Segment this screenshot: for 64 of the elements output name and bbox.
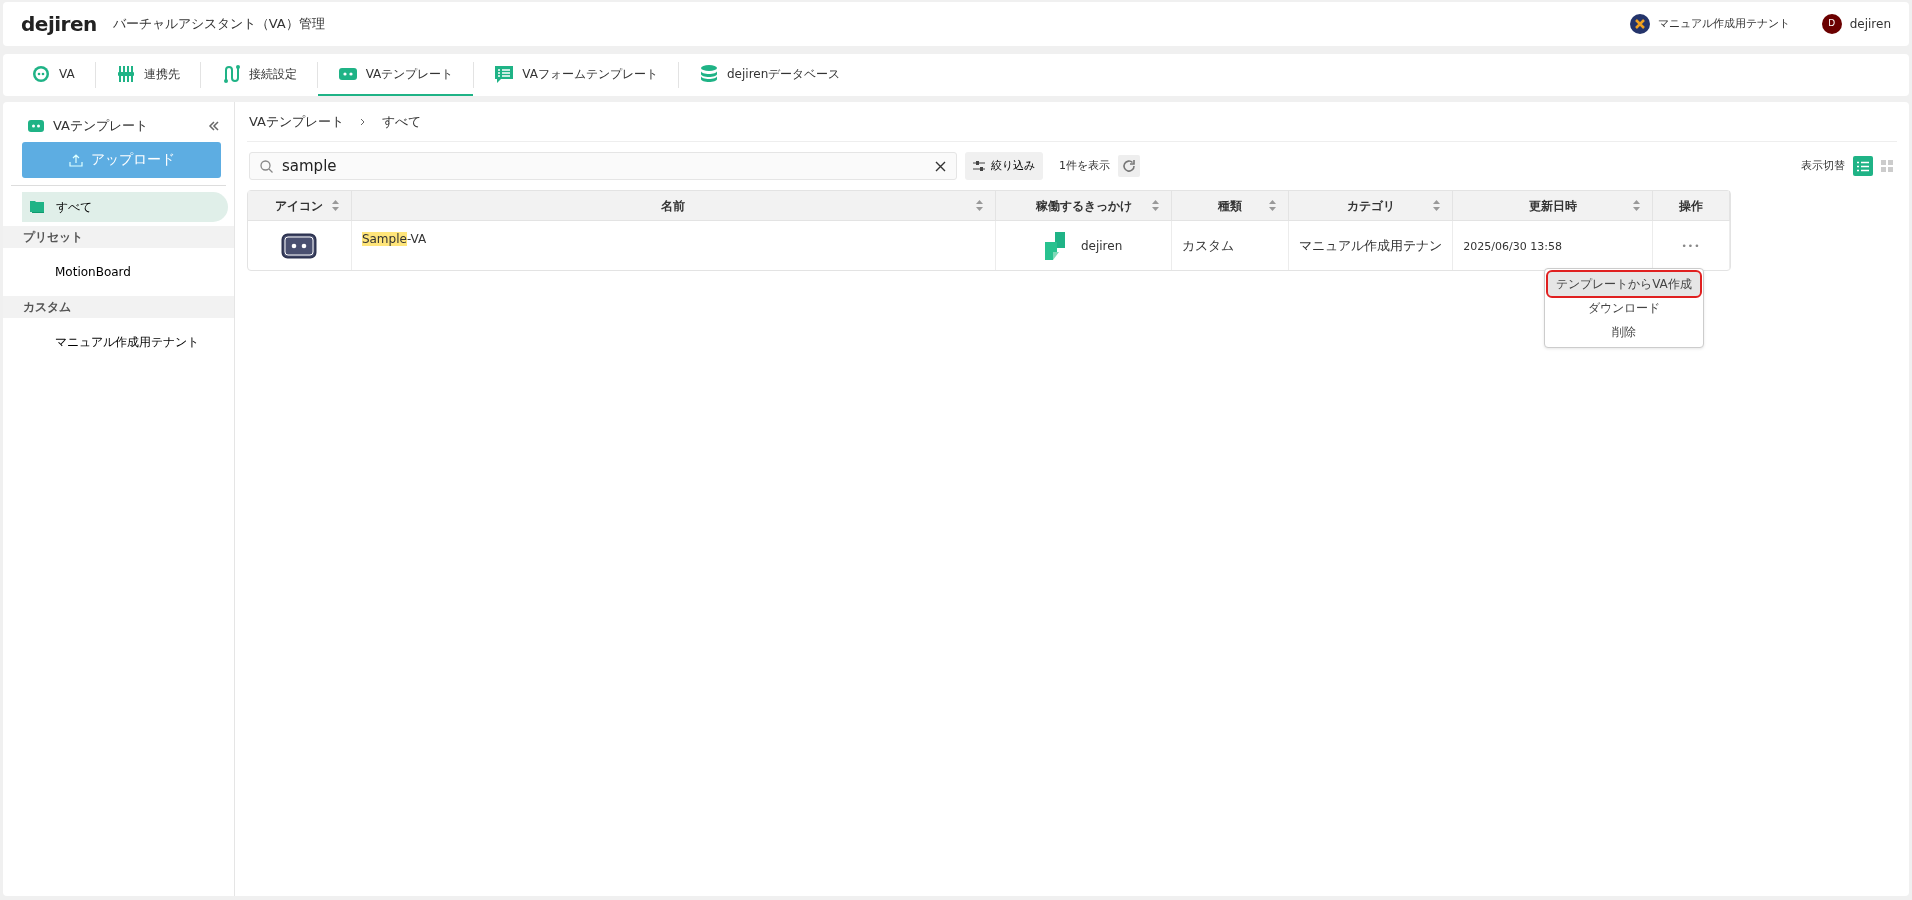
- chat-list-icon: [494, 64, 515, 84]
- robot-icon: [31, 64, 51, 84]
- column-header[interactable]: 種類: [1172, 191, 1290, 221]
- nav-tab[interactable]: VAフォームテンプレート: [474, 54, 678, 96]
- breadcrumb-current: すべて: [381, 112, 421, 131]
- column-header[interactable]: 更新日時: [1453, 191, 1654, 221]
- sort-icon[interactable]: [1433, 200, 1441, 211]
- tenant-name[interactable]: マニュアル作成用テナント: [1657, 15, 1790, 33]
- table-cell: 2025/06/30 13:58: [1463, 239, 1562, 253]
- nav-tab[interactable]: 連携先: [95, 54, 200, 96]
- sidebar-item[interactable]: マニュアル作成用テナント: [22, 321, 228, 362]
- nav-tab[interactable]: 接続設定: [200, 54, 317, 96]
- clear-icon[interactable]: [935, 161, 946, 172]
- sort-icon[interactable]: [1633, 200, 1641, 211]
- sidebar-title: VAテンプレート: [53, 117, 148, 135]
- user-name[interactable]: dejiren: [1849, 15, 1891, 33]
- more-button[interactable]: •••: [1679, 238, 1703, 256]
- collapse-icon[interactable]: [208, 119, 220, 132]
- robot-icon: [27, 118, 45, 133]
- table-cell: カスタム: [1182, 237, 1235, 253]
- app-logo-icon: [1044, 231, 1065, 260]
- sidebar-item[interactable]: すべて: [22, 191, 228, 222]
- database-icon: [698, 64, 719, 84]
- table-cell-text: dejiren: [1080, 237, 1123, 255]
- column-header[interactable]: 名前: [351, 191, 996, 221]
- list-view-button[interactable]: [1853, 156, 1873, 176]
- grid-icon: [1881, 160, 1893, 172]
- menu-item[interactable]: テンプレートからVA作成: [1548, 272, 1700, 296]
- sidebar-item[interactable]: MotionBoard: [22, 251, 228, 292]
- filter-button[interactable]: 絞り込み: [965, 152, 1043, 180]
- refresh-icon: [1121, 158, 1137, 174]
- app-title: バーチャルアシスタント（VA）管理: [112, 15, 325, 34]
- logo: dejiren: [21, 11, 97, 38]
- breadcrumb-link[interactable]: VAテンプレート: [249, 111, 344, 132]
- chevron-icon: [359, 117, 366, 126]
- column-header[interactable]: 稼働するきっかけ: [995, 191, 1173, 221]
- sort-icon[interactable]: [331, 200, 339, 211]
- list-icon: [1857, 160, 1869, 172]
- column-header: 操作: [1653, 191, 1730, 221]
- folder-icon: [30, 199, 46, 214]
- search-field[interactable]: sample: [249, 152, 957, 180]
- sort-icon[interactable]: [1269, 200, 1277, 211]
- view-switch-label: 表示切替: [1801, 157, 1845, 174]
- group-header: プリセット: [3, 225, 234, 248]
- group-header: カスタム: [3, 295, 234, 318]
- upload-icon: [68, 152, 83, 167]
- nav-tab[interactable]: VA: [11, 54, 95, 96]
- tenant-icon: [1629, 14, 1650, 34]
- column-header[interactable]: カテゴリ: [1289, 191, 1454, 221]
- menu-item[interactable]: ダウンロード: [1548, 296, 1700, 320]
- robot-icon: [281, 232, 318, 259]
- sort-icon[interactable]: [1152, 200, 1160, 211]
- nav-tab[interactable]: VAテンプレート: [317, 54, 474, 96]
- column-header[interactable]: アイコン: [248, 191, 352, 221]
- menu-item[interactable]: 削除: [1548, 320, 1700, 344]
- sort-icon[interactable]: [975, 200, 983, 211]
- search-icon: [260, 160, 273, 173]
- user-avatar[interactable]: D: [1821, 14, 1842, 34]
- nav-tab[interactable]: dejirenデータベース: [678, 54, 861, 96]
- result-count: 1件を表示: [1059, 157, 1110, 174]
- sliders-icon: [973, 161, 985, 171]
- table-cell: マニュアル作成用テナン: [1299, 237, 1443, 253]
- refresh-button[interactable]: [1118, 155, 1140, 177]
- sliders-icon: [115, 64, 136, 84]
